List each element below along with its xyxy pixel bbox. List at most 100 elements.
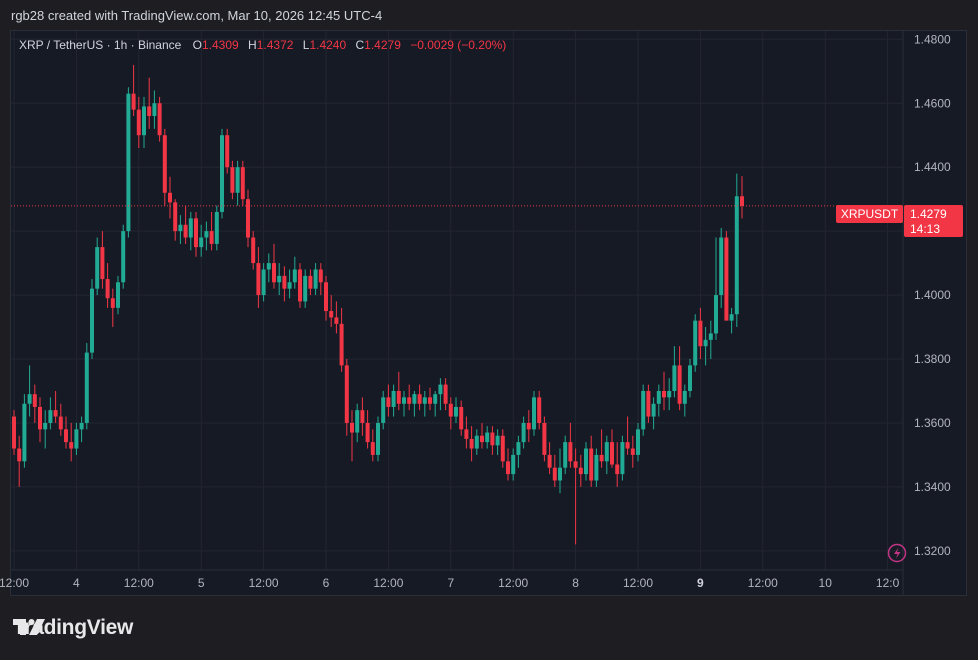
candle-body	[703, 339, 708, 347]
candle	[474, 429, 479, 455]
candle-body	[599, 454, 604, 462]
candle	[693, 314, 698, 372]
candle-body	[344, 365, 349, 423]
candle-body	[282, 275, 287, 289]
candle-body	[480, 435, 484, 443]
candle	[667, 378, 672, 411]
close-value: 1.4279	[364, 38, 401, 52]
candle-body	[578, 467, 583, 475]
candlestick-chart[interactable]: 1.48001.46001.44001.42001.40001.38001.36…	[0, 0, 978, 660]
candle	[630, 435, 635, 468]
candle-body	[142, 106, 146, 136]
candle	[22, 394, 27, 468]
price-tick-label: 1.4000	[914, 288, 951, 302]
candle-body	[74, 429, 79, 449]
candle-body	[708, 333, 713, 340]
candle-body	[79, 422, 84, 430]
tradingview-logo[interactable]: TradingView	[13, 616, 133, 640]
candle-body	[438, 384, 443, 395]
time-tick-label: 9	[697, 576, 704, 590]
candle	[308, 269, 313, 296]
candle	[714, 237, 718, 340]
time-tick-label: 6	[323, 576, 330, 590]
time-tick-label: 12:00	[498, 576, 528, 590]
candle-body	[615, 464, 620, 475]
candle	[209, 211, 214, 251]
candle-body	[100, 247, 105, 280]
candle-body	[521, 422, 526, 443]
time-tick-label: 12:00	[623, 576, 653, 590]
candle	[298, 263, 302, 308]
candle	[204, 221, 209, 251]
candle-body	[188, 218, 193, 238]
candle-body	[672, 365, 677, 391]
candle	[682, 384, 687, 417]
candle	[12, 410, 16, 455]
candle-body	[370, 442, 375, 455]
candle	[43, 410, 48, 449]
high-label: H	[248, 38, 257, 52]
candle-body	[516, 442, 521, 455]
candle-body	[412, 394, 417, 404]
candle	[178, 215, 183, 244]
candle	[646, 384, 651, 423]
candle	[318, 263, 323, 296]
candle	[740, 176, 744, 219]
candle-body	[350, 422, 354, 433]
candle	[433, 390, 438, 417]
candle-body	[584, 448, 588, 475]
candle	[412, 390, 417, 417]
candle	[641, 384, 646, 436]
candle-body	[38, 406, 42, 430]
candle	[443, 378, 448, 411]
time-tick-label: 8	[572, 576, 579, 590]
price-tick-label: 1.4600	[914, 96, 951, 110]
candle-body	[376, 422, 380, 455]
candle	[38, 397, 42, 443]
candle-body	[667, 390, 672, 398]
price-axis[interactable]: 1.48001.46001.44001.42001.40001.38001.36…	[902, 31, 951, 596]
candle	[407, 384, 412, 411]
candle-body	[568, 442, 573, 462]
high-value: 1.4372	[257, 38, 294, 52]
candle	[521, 416, 526, 449]
candle-body	[105, 279, 110, 299]
candle	[199, 224, 204, 257]
candle-body	[636, 429, 640, 455]
candle	[292, 256, 297, 289]
candle	[287, 269, 292, 299]
candle	[324, 275, 328, 321]
candle	[547, 442, 552, 475]
close-label: C	[356, 38, 365, 52]
candle	[365, 410, 370, 449]
price-tick-label: 1.3800	[914, 352, 951, 366]
candle-body	[308, 275, 313, 289]
candle-body	[266, 263, 271, 270]
candle	[599, 429, 604, 468]
candle-body	[381, 397, 386, 423]
candle	[677, 346, 682, 411]
symbol-price-tag[interactable]: XRPUSDT 1.4279 14:13	[836, 205, 963, 237]
candle	[17, 435, 22, 487]
time-axis[interactable]: 12:00 4 12:00 5 12:00 6 12:00 7 12:00 8 12:00 9 12:0…	[0, 569, 903, 590]
candle-body	[303, 275, 308, 302]
candle-body	[464, 429, 469, 439]
candle	[74, 422, 79, 455]
candle	[339, 307, 344, 372]
candle-body	[272, 263, 276, 283]
time-tick-label: 12:00	[373, 576, 403, 590]
candle	[636, 422, 640, 462]
candle	[95, 237, 100, 296]
candle	[350, 410, 354, 462]
candle	[391, 384, 396, 417]
candle-body	[724, 237, 729, 321]
open-label: O	[193, 38, 202, 52]
candle	[376, 416, 380, 462]
candle	[142, 96, 146, 149]
price-tick-label: 1.3400	[914, 480, 951, 494]
candle	[469, 426, 474, 462]
candle	[53, 390, 58, 423]
candles	[12, 64, 744, 545]
time-tick-label: 4	[73, 576, 80, 590]
candle	[84, 343, 89, 430]
